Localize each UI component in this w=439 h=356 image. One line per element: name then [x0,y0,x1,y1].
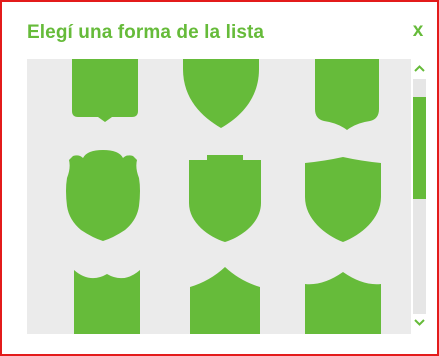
dialog-title: Elegí una forma de la lista [27,22,265,43]
shield-shape-wavy-top[interactable] [305,270,381,334]
chevron-up-icon[interactable] [411,61,428,79]
vertical-scrollbar[interactable] [411,59,428,334]
shield-shape-ornate-crest[interactable] [65,150,141,242]
shield-shape-classic-pointed[interactable] [182,59,260,129]
shield-shape-arched[interactable] [190,267,260,334]
shield-shape-rounded-notch[interactable] [314,59,380,131]
close-button[interactable]: x [407,19,429,43]
chevron-down-icon[interactable] [411,315,428,333]
shape-picker-dialog: Elegí una forma de la lista x [0,0,439,356]
shape-list [27,59,411,334]
shield-shape-flat-notched[interactable] [189,155,261,243]
shield-shape-notched-square[interactable] [72,59,138,123]
shield-shape-curved-top[interactable] [305,157,381,243]
shield-shape-scalloped[interactable] [72,268,142,334]
scroll-thumb[interactable] [413,97,426,199]
